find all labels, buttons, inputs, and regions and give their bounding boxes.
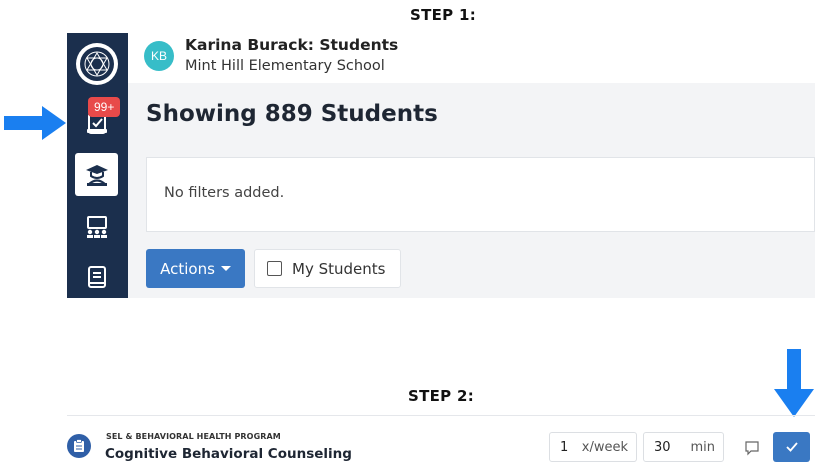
sidebar xyxy=(67,33,132,298)
group-board-icon xyxy=(86,215,107,238)
page-heading: Karina Burack: Students xyxy=(185,36,399,54)
step-2-label: STEP 2: xyxy=(408,387,475,405)
app-window: KB Karina Burack: Students Mint Hill Ele… xyxy=(67,33,815,298)
duration-unit: min xyxy=(690,439,715,455)
caret-down-icon xyxy=(220,266,231,271)
school-name: Mint Hill Elementary School xyxy=(185,58,385,74)
pointer-arrow-right-icon xyxy=(4,106,66,140)
book-icon xyxy=(87,265,106,288)
program-category: SEL & BEHAVIORAL HEALTH PROGRAM xyxy=(106,432,281,441)
page-title: Showing 889 Students xyxy=(146,101,438,127)
my-students-toggle[interactable]: My Students xyxy=(254,249,401,288)
sidebar-item-groups[interactable] xyxy=(75,205,118,248)
duration-value: 30 xyxy=(654,439,671,455)
notification-badge: 99+ xyxy=(88,97,121,117)
pointer-arrow-down-icon xyxy=(774,349,814,417)
sidebar-item-students[interactable] xyxy=(75,153,132,196)
actions-label: Actions xyxy=(160,259,215,278)
confirm-button[interactable] xyxy=(773,432,810,462)
sidebar-item-library[interactable] xyxy=(75,255,118,298)
filter-panel: No filters added. xyxy=(146,157,815,232)
frequency-input[interactable]: 1 x/week xyxy=(549,432,637,462)
duration-input[interactable]: 30 min xyxy=(643,432,724,462)
comment-icon[interactable] xyxy=(744,440,760,456)
geometric-logo-icon xyxy=(84,51,110,77)
my-students-label: My Students xyxy=(292,259,386,278)
avatar[interactable]: KB xyxy=(144,41,174,71)
filter-empty-text: No filters added. xyxy=(164,185,285,201)
program-clipboard-icon xyxy=(67,434,91,458)
frequency-value: 1 xyxy=(560,439,569,455)
frequency-unit: x/week xyxy=(581,439,628,455)
actions-dropdown-button[interactable]: Actions xyxy=(146,249,245,288)
checkmark-icon xyxy=(785,442,798,452)
student-graduate-icon xyxy=(85,164,108,186)
my-students-checkbox[interactable] xyxy=(267,261,282,276)
main-content: Showing 889 Students No filters added. A… xyxy=(128,83,815,298)
logo[interactable] xyxy=(76,43,118,85)
header: KB Karina Burack: Students Mint Hill Ele… xyxy=(128,33,815,83)
program-name: Cognitive Behavioral Counseling xyxy=(105,446,352,462)
step-1-label: STEP 1: xyxy=(410,6,477,24)
divider xyxy=(67,415,815,416)
